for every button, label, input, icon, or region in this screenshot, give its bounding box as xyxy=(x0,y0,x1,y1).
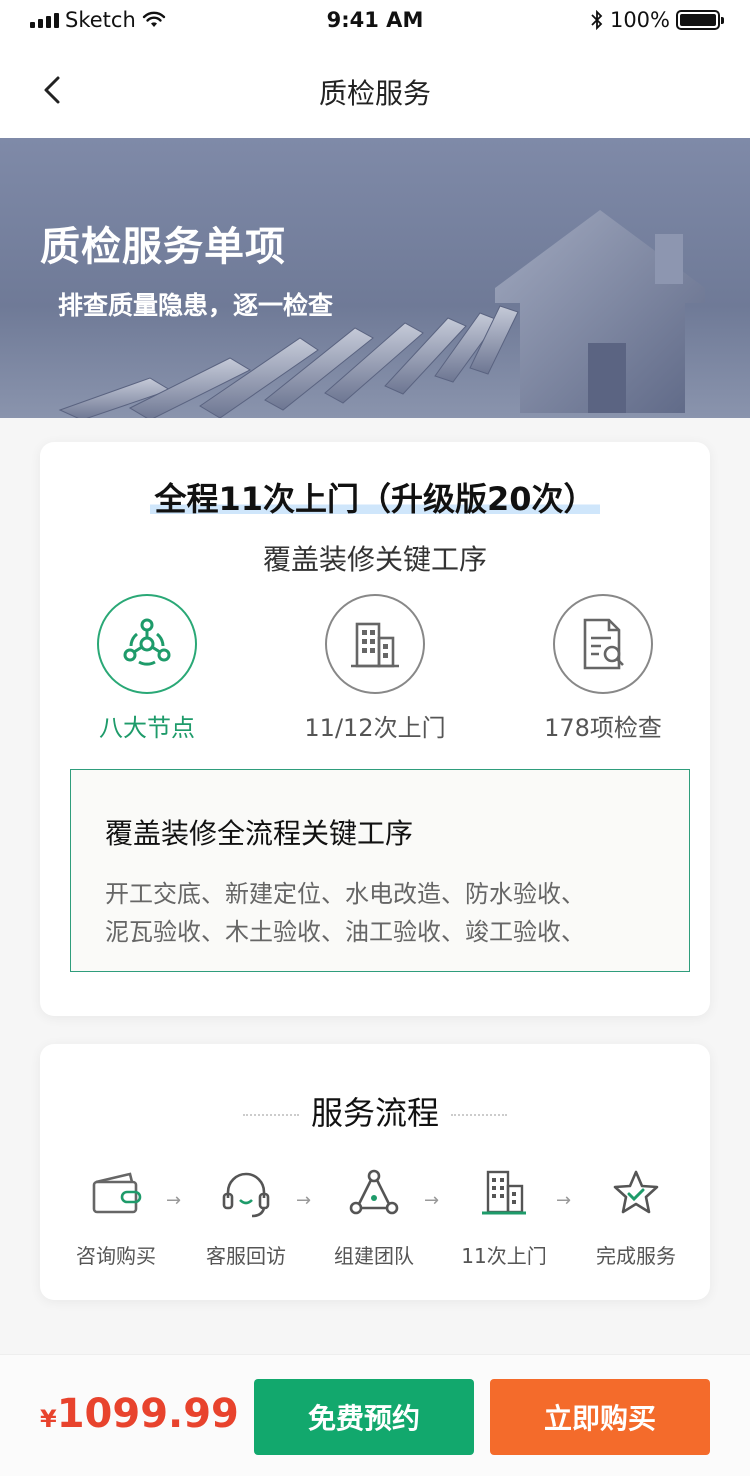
status-bar: Sketch 9:41 AM 100% xyxy=(0,0,750,40)
price-value: 1099.99 xyxy=(56,1391,239,1437)
detail-line-2: 泥瓦验收、木土验收、油工验收、竣工验收、 xyxy=(105,918,585,946)
summary-headline: 全程11次上门（升级版20次） xyxy=(40,474,710,520)
step-callback: 客服回访 xyxy=(191,1164,301,1269)
feature-label: 178项检查 xyxy=(544,714,662,742)
headset-icon xyxy=(222,1172,270,1218)
status-right: 100% xyxy=(590,8,724,32)
step-label: 11次上门 xyxy=(461,1244,547,1268)
process-title: 服务流程 xyxy=(40,1088,710,1134)
step-build-team: 组建团队 xyxy=(319,1164,429,1269)
step-arrow-icon: → xyxy=(166,1190,182,1211)
feature-checks[interactable]: 178项检查 xyxy=(503,594,703,743)
free-reserve-button[interactable]: 免费预约 xyxy=(254,1379,474,1455)
wallet-icon xyxy=(92,1172,142,1214)
dominoes-house-illustration xyxy=(58,210,705,418)
step-arrow-icon: → xyxy=(424,1190,440,1211)
building-icon xyxy=(325,594,425,694)
step-arrow-icon: → xyxy=(556,1190,572,1211)
step-complete: 完成服务 xyxy=(581,1164,691,1269)
step-label: 组建团队 xyxy=(334,1244,414,1268)
nav-bar: 质检服务 xyxy=(0,40,750,138)
summary-subtitle: 覆盖装修关键工序 xyxy=(262,543,487,576)
star-check-icon xyxy=(613,1170,659,1214)
battery-icon xyxy=(676,10,724,30)
team-icon xyxy=(349,1169,399,1215)
nodes-icon xyxy=(97,594,197,694)
banner-title: 质检服务单项 xyxy=(40,224,286,270)
feature-eight-nodes[interactable]: 八大节点 xyxy=(47,594,247,743)
step-visits: 11次上门 xyxy=(449,1164,559,1269)
service-process-card: 服务流程 咨询购买 → 客服回访 → 组建团队 → 11次上门 → 完成服务 xyxy=(40,1044,710,1300)
step-consult-purchase: 咨询购买 xyxy=(61,1164,171,1269)
step-label: 客服回访 xyxy=(206,1244,286,1268)
feature-label: 八大节点 xyxy=(99,714,195,742)
step-label: 完成服务 xyxy=(596,1244,676,1268)
page-title: 质检服务 xyxy=(318,77,431,110)
detail-title: 覆盖装修全流程关键工序 xyxy=(105,817,414,850)
bluetooth-icon xyxy=(591,10,603,30)
building-icon xyxy=(482,1170,526,1215)
price-display: ¥1099.99 xyxy=(40,1391,239,1437)
buy-now-button[interactable]: 立即购买 xyxy=(490,1379,710,1455)
bottom-action-bar: ¥1099.99 免费预约 立即购买 xyxy=(0,1354,750,1476)
feature-visits[interactable]: 11/12次上门 xyxy=(275,594,475,743)
step-arrow-icon: → xyxy=(296,1190,312,1211)
currency-symbol: ¥ xyxy=(40,1405,57,1433)
service-summary-card: 全程11次上门（升级版20次） 覆盖装修关键工序 八大节点 11/12次上门 1… xyxy=(40,442,710,1016)
banner-subtitle: 排查质量隐患，逐一检查 xyxy=(58,291,334,320)
feature-detail-box: 覆盖装修全流程关键工序 开工交底、新建定位、水电改造、防水验收、 泥瓦验收、木土… xyxy=(70,769,690,972)
battery-percent: 100% xyxy=(609,8,670,32)
feature-label: 11/12次上门 xyxy=(304,714,446,742)
document-search-icon xyxy=(553,594,653,694)
step-label: 咨询购买 xyxy=(76,1244,156,1268)
hero-banner: 质检服务单项 排查质量隐患，逐一检查 xyxy=(0,138,750,418)
detail-line-1: 开工交底、新建定位、水电改造、防水验收、 xyxy=(105,880,585,908)
